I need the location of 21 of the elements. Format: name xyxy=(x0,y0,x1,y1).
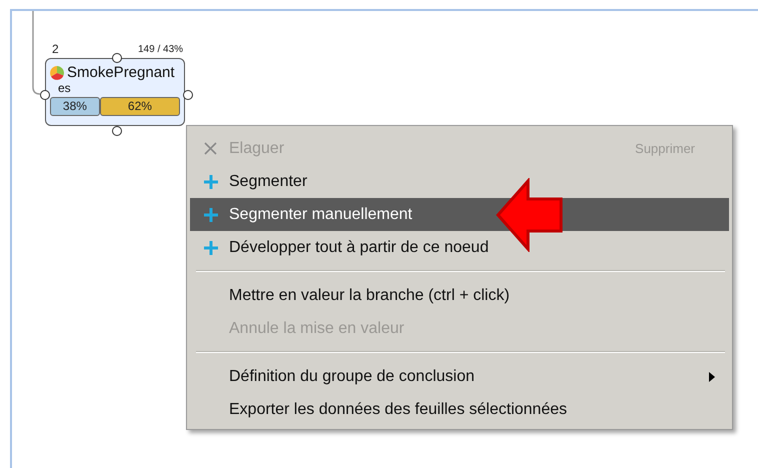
menu-item[interactable]: Définition du groupe de conclusion xyxy=(190,360,729,393)
connection-handle[interactable] xyxy=(112,53,122,63)
menu-item[interactable]: Segmenter xyxy=(190,165,729,198)
menu-item[interactable]: Exporter les données des feuilles sélectionnées xyxy=(190,393,729,426)
plus-icon xyxy=(204,240,218,254)
distribution-bar: 62% xyxy=(100,97,180,116)
connection-handle[interactable] xyxy=(40,90,50,100)
node-number: 2 xyxy=(52,42,59,56)
close-icon xyxy=(204,142,217,155)
tree-node[interactable]: SmokePregnant es 38% 62% xyxy=(45,58,185,126)
menu-item[interactable]: Développer tout à partir de ce noeud xyxy=(190,231,729,264)
pie-chart-icon xyxy=(50,66,64,80)
menu-item[interactable]: Mettre en valeur la branche (ctrl + click) xyxy=(190,279,729,312)
plus-icon xyxy=(204,208,218,222)
connection-handle[interactable] xyxy=(112,126,122,136)
node-stats: 149 / 43% xyxy=(138,44,184,55)
connection-handle[interactable] xyxy=(183,90,193,100)
distribution-bar: 38% xyxy=(50,97,100,116)
plus-icon xyxy=(204,174,218,188)
branch-label: es xyxy=(58,81,72,95)
node-title: SmokePregnant xyxy=(67,65,175,81)
